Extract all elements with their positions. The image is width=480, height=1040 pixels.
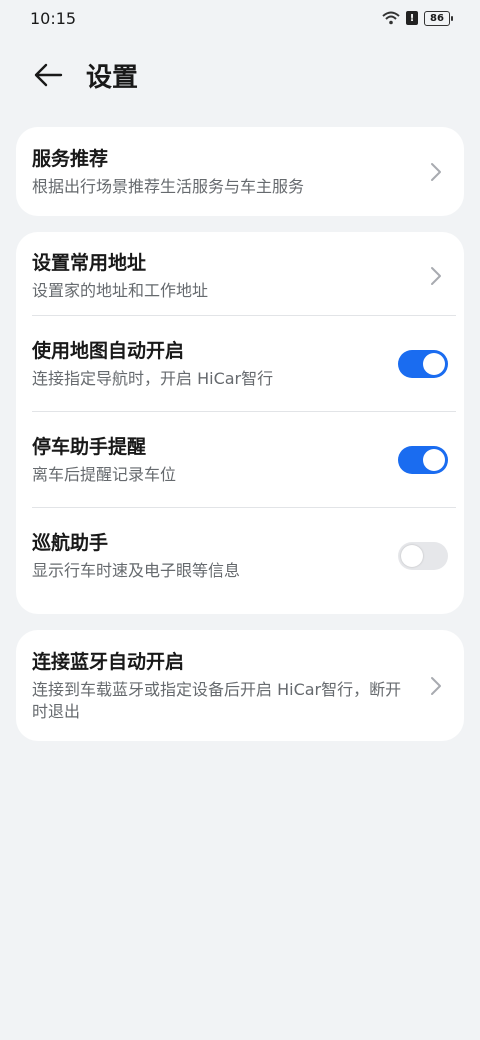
cruise-assistant-subtitle: 显示行车时速及电子眼等信息	[32, 561, 241, 580]
bluetooth-auto-start-subtitle: 连接到车载蓝牙或指定设备后开启 HiCar智行，断开时退出	[32, 679, 402, 721]
back-arrow-icon	[34, 63, 63, 87]
page-title: 设置	[86, 62, 139, 93]
toggle-knob	[401, 545, 423, 567]
settings-card: 设置常用地址 设置家的地址和工作地址 使用地图自动开启 连接指定导航时，开启 H…	[16, 232, 464, 614]
cruise-assistant-title: 巡航助手	[32, 532, 109, 554]
service-recommend-row[interactable]: 服务推荐 根据出行场景推荐生活服务与车主服务	[16, 127, 464, 216]
service-card: 服务推荐 根据出行场景推荐生活服务与车主服务	[16, 127, 464, 216]
alert-icon: !	[406, 11, 418, 25]
service-recommend-title: 服务推荐	[32, 147, 109, 170]
parking-reminder-row: 停车助手提醒 离车后提醒记录车位	[16, 412, 464, 508]
chevron-right-icon	[431, 676, 441, 695]
header: 设置	[0, 50, 480, 100]
bluetooth-auto-start-row[interactable]: 连接蓝牙自动开启 连接到车载蓝牙或指定设备后开启 HiCar智行，断开时退出	[16, 630, 464, 741]
status-bar: 10:15 ! 86	[0, 0, 480, 36]
map-auto-start-subtitle: 连接指定导航时，开启 HiCar智行	[32, 369, 274, 388]
bluetooth-card: 连接蓝牙自动开启 连接到车载蓝牙或指定设备后开启 HiCar智行，断开时退出	[16, 630, 464, 741]
map-auto-start-row: 使用地图自动开启 连接指定导航时，开启 HiCar智行	[16, 316, 464, 412]
common-address-subtitle: 设置家的地址和工作地址	[32, 281, 209, 300]
chevron-right-icon	[431, 162, 441, 181]
battery-icon: 86	[424, 10, 453, 26]
back-button[interactable]	[28, 55, 68, 95]
wifi-icon	[382, 11, 400, 25]
parking-reminder-toggle[interactable]	[398, 446, 448, 474]
service-recommend-subtitle: 根据出行场景推荐生活服务与车主服务	[32, 176, 305, 196]
status-icons: ! 86	[382, 10, 453, 26]
parking-reminder-subtitle: 离车后提醒记录车位	[32, 465, 177, 484]
cruise-assistant-toggle[interactable]	[398, 542, 448, 570]
parking-reminder-title: 停车助手提醒	[32, 436, 147, 458]
status-time: 10:15	[30, 8, 77, 28]
map-auto-start-toggle[interactable]	[398, 350, 448, 378]
map-auto-start-title: 使用地图自动开启	[32, 340, 185, 362]
toggle-knob	[423, 449, 445, 471]
battery-level: 86	[430, 12, 444, 24]
common-address-title: 设置常用地址	[32, 252, 147, 274]
common-address-row[interactable]: 设置常用地址 设置家的地址和工作地址	[16, 232, 464, 316]
toggle-knob	[423, 353, 445, 375]
cruise-assistant-row: 巡航助手 显示行车时速及电子眼等信息	[16, 508, 464, 612]
chevron-right-icon	[431, 267, 441, 285]
bluetooth-auto-start-title: 连接蓝牙自动开启	[32, 650, 185, 673]
